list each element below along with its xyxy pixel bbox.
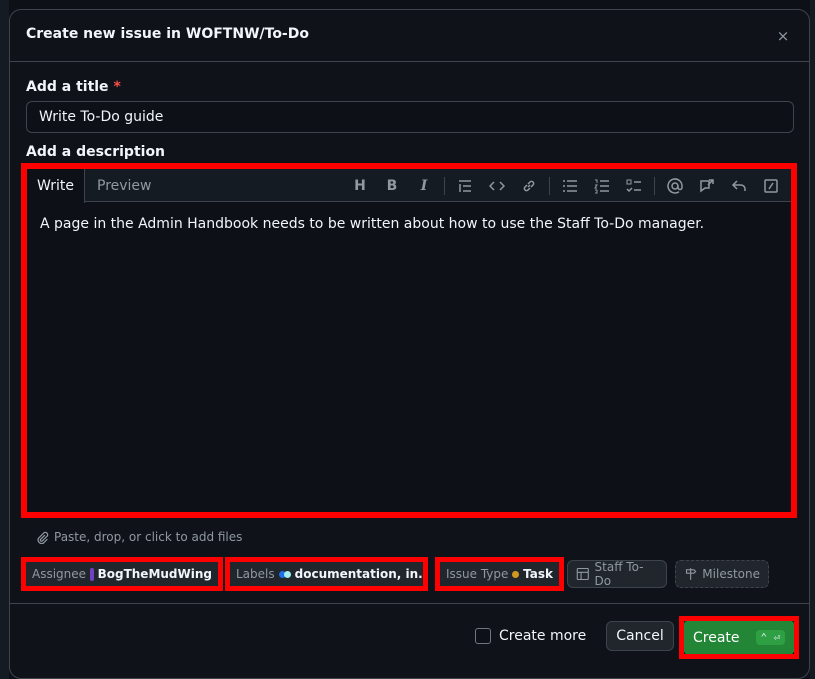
background-page-right xyxy=(810,0,815,679)
link-icon[interactable] xyxy=(513,172,545,200)
create-button[interactable]: Create ⌃ ⏎ xyxy=(684,621,794,654)
unordered-list-icon[interactable] xyxy=(554,172,586,200)
toolbar-divider xyxy=(654,176,655,195)
project-label: Staff To-Do xyxy=(594,560,644,588)
label-color-dots xyxy=(278,570,291,578)
mention-icon[interactable] xyxy=(659,172,691,200)
title-input[interactable] xyxy=(26,101,794,133)
footer-divider xyxy=(10,603,809,604)
issue-type-value: Task xyxy=(523,567,553,581)
formatting-tools: H B I xyxy=(344,169,787,202)
create-more-checkbox[interactable] xyxy=(475,628,491,644)
close-icon[interactable]: × xyxy=(771,24,795,48)
issue-type-key: Issue Type xyxy=(446,567,509,581)
keyboard-shortcut: ⌃ ⏎ xyxy=(755,630,786,645)
labels-value: documentation, in... xyxy=(294,567,423,581)
task-list-icon[interactable] xyxy=(618,172,650,200)
milestone-label: Milestone xyxy=(702,567,760,581)
description-textarea[interactable]: A page in the Admin Handbook needs to be… xyxy=(40,214,779,234)
description-editor: Write Preview H B I A page in the Admin … xyxy=(21,163,797,518)
bold-icon[interactable]: B xyxy=(376,172,408,200)
header-divider xyxy=(10,61,809,62)
reply-icon[interactable] xyxy=(723,172,755,200)
background-page xyxy=(0,0,9,679)
create-issue-dialog: Create new issue in WOFTNW/To-Do × Add a… xyxy=(9,9,810,679)
create-button-highlight: Create ⌃ ⏎ xyxy=(679,616,799,659)
milestone-button[interactable]: Milestone xyxy=(675,560,769,588)
assignee-key: Assignee xyxy=(32,567,87,581)
quote-icon[interactable] xyxy=(449,172,481,200)
ordered-list-icon[interactable] xyxy=(586,172,618,200)
tab-preview[interactable]: Preview xyxy=(97,169,152,202)
cross-reference-icon[interactable] xyxy=(691,172,723,200)
attach-files[interactable]: Paste, drop, or click to add files xyxy=(36,530,242,544)
description-label: Add a description xyxy=(26,144,166,160)
table-icon xyxy=(576,567,589,581)
create-more-label: Create more xyxy=(499,628,587,644)
project-button[interactable]: Staff To-Do xyxy=(567,560,667,588)
heading-icon[interactable]: H xyxy=(344,172,376,200)
assignee-value: BogTheMudWing xyxy=(97,567,212,581)
milestone-icon xyxy=(685,568,697,580)
paperclip-icon xyxy=(37,531,49,544)
task-dot xyxy=(512,570,520,578)
dialog-title: Create new issue in WOFTNW/To-Do xyxy=(26,26,309,42)
tab-write[interactable]: Write xyxy=(27,169,85,203)
attach-files-text: Paste, drop, or click to add files xyxy=(54,530,243,544)
slash-command-icon[interactable] xyxy=(755,172,787,200)
labels-button[interactable]: Labels documentation, in... xyxy=(225,557,428,591)
toolbar-divider xyxy=(549,176,550,195)
cancel-button[interactable]: Cancel xyxy=(606,621,674,651)
editor-toolbar: Write Preview H B I xyxy=(27,169,791,203)
required-mark: * xyxy=(113,79,121,95)
issue-type-button[interactable]: Issue Type Task xyxy=(435,557,564,591)
labels-key: Labels xyxy=(236,567,275,581)
title-label: Add a title * xyxy=(26,79,121,95)
avatar xyxy=(90,567,94,581)
code-icon[interactable] xyxy=(481,172,513,200)
toolbar-divider xyxy=(444,176,445,195)
create-label: Create xyxy=(693,629,740,646)
create-more-option[interactable]: Create more xyxy=(475,628,586,644)
italic-icon[interactable]: I xyxy=(408,172,440,200)
assignee-button[interactable]: Assignee BogTheMudWing xyxy=(21,557,223,591)
